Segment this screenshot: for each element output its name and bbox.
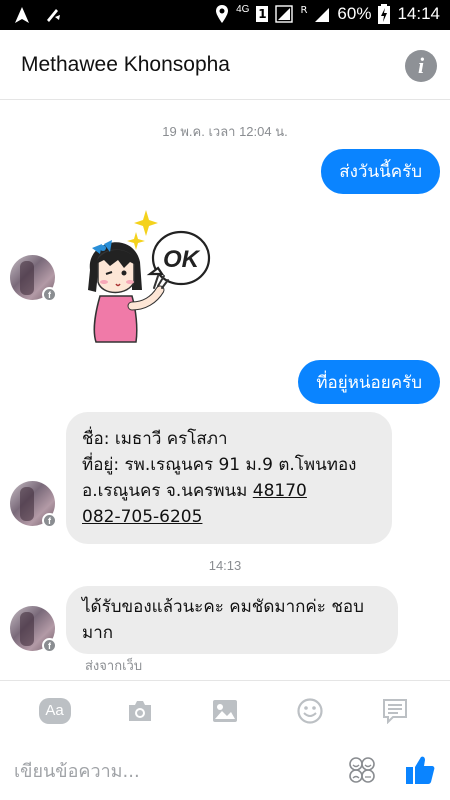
address-district-text: อ.เรณูนคร จ.นครพนม — [82, 481, 253, 501]
incoming-message[interactable]: ชื่อ: เมธาวี ครโสภา ที่อยู่: รพ.เรณูนคร … — [66, 412, 392, 544]
sent-from-web-label: ส่งจากเว็บ — [85, 659, 143, 674]
outgoing-message[interactable]: ส่งวันนี้ครับ — [321, 149, 440, 194]
battery-charging-icon — [378, 4, 391, 24]
text-mode-icon: Aa — [38, 697, 71, 724]
sim-indicator: 1 — [256, 6, 269, 22]
message-timestamp: 19 พ.ค. เวลา 12:04 น. — [162, 124, 288, 139]
address-line: ที่อยู่: รพ.เรณูนคร 91 ม.9 ต.โพนทอง — [82, 455, 357, 475]
location-icon — [216, 5, 229, 23]
phone-link[interactable]: 082-705-6205 — [82, 507, 202, 527]
facebook-badge-icon: f — [42, 638, 57, 653]
address-name-line: ชื่อ: เมธาวี ครโสภา — [82, 429, 228, 449]
like-thumbs-up-icon[interactable] — [404, 754, 436, 786]
text-mode-button[interactable]: Aa — [35, 691, 75, 731]
camera-button[interactable] — [120, 691, 160, 731]
postcode-link[interactable]: 48170 — [253, 481, 307, 501]
facebook-badge-icon: f — [42, 513, 57, 528]
status-bar: 4G 1 R 60% 14:14 — [0, 0, 450, 30]
sticker-label: OK — [163, 246, 201, 273]
address-district-line: อ.เรณูนคร จ.นครพนม 48170 — [82, 478, 376, 504]
chat-icon — [383, 698, 408, 724]
battery-percent: 60% — [337, 4, 372, 23]
conversation-header: Methawee Khonsopha i — [0, 30, 450, 100]
message-timestamp: 14:13 — [208, 558, 242, 573]
avatar[interactable]: f — [10, 606, 57, 653]
signal-strength-icon — [315, 8, 330, 22]
emoji-button[interactable] — [290, 691, 330, 731]
camera-icon — [128, 700, 151, 721]
signal-icon — [275, 5, 294, 23]
gallery-button[interactable] — [205, 691, 245, 731]
roaming-indicator: R — [300, 4, 308, 16]
sticker-emoji-icon[interactable] — [348, 756, 376, 784]
ok-sticker[interactable]: OK — [78, 210, 218, 345]
facebook-badge-icon: f — [42, 287, 57, 302]
muted-notification-icon — [47, 9, 60, 22]
gallery-icon — [212, 699, 237, 722]
clock: 14:14 — [397, 4, 440, 23]
info-icon[interactable]: i — [405, 50, 437, 82]
avatar[interactable]: f — [10, 255, 57, 302]
network-type: 4G — [236, 4, 250, 15]
composer-toolbar: Aa — [0, 680, 450, 740]
contact-name[interactable]: Methawee Khonsopha — [21, 53, 230, 77]
emoji-icon — [297, 697, 323, 724]
chat-extensions-button[interactable] — [375, 691, 415, 731]
compose-bar — [0, 740, 450, 800]
outgoing-message[interactable]: ที่อยู่หน่อยครับ — [298, 360, 440, 404]
avatar[interactable]: f — [10, 481, 57, 528]
navigation-arrow-icon — [15, 7, 29, 23]
message-input[interactable] — [14, 756, 324, 786]
incoming-message[interactable]: ได้รับของแล้วนะคะ คมชัดมากค่ะ ชอบมาก — [66, 586, 398, 654]
